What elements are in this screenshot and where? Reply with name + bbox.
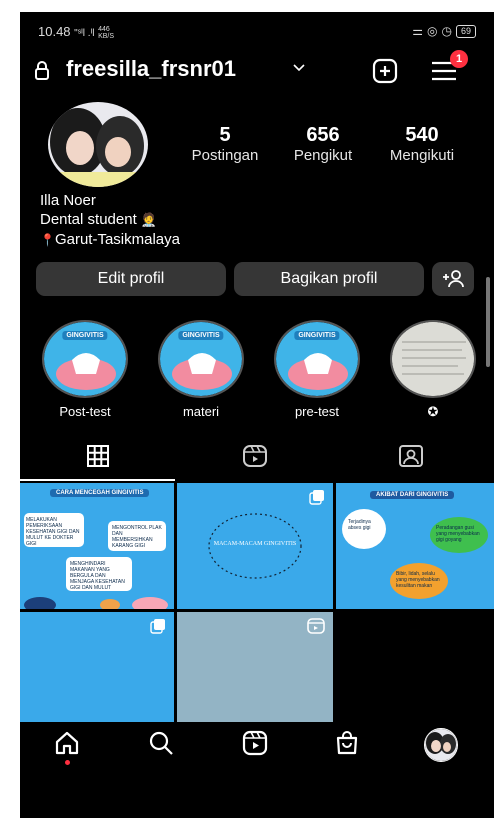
highlight-4[interactable]: ✪ — [390, 320, 483, 420]
post-3-title: AKIBAT DARI GINGIVITIS — [370, 491, 455, 499]
post-2[interactable]: MACAM-MACAM GINGIVITIS — [177, 483, 333, 609]
post-3[interactable]: AKIBAT DARI GINGIVITIS Terjadinya abses … — [336, 483, 494, 609]
chevron-down-icon[interactable] — [292, 60, 306, 74]
carousel-icon — [309, 490, 324, 505]
post-1-item-2: MENGONTROL PLAK DAN MEMBERSIHKAN KARANG … — [112, 525, 162, 549]
post-3-item-1: Terjadinya abses gigi — [348, 519, 371, 531]
avatar-thumbnail — [425, 729, 457, 761]
highlight-2[interactable]: GINGIVITIS materi — [158, 320, 251, 419]
location-icon: ◎ — [427, 24, 438, 38]
post-3-item-3: Bibir, lidah, selalu yang menyebabkan ke… — [396, 571, 440, 589]
status-bar-right: ⚌ ◎ ◷ 69 — [412, 24, 476, 38]
search-icon[interactable] — [148, 730, 174, 756]
profile-avatar[interactable] — [48, 102, 148, 187]
post-5[interactable] — [177, 612, 333, 722]
stat-followers[interactable]: 656 Pengikut — [273, 124, 378, 164]
highlight-2-cover: GINGIVITIS — [160, 322, 242, 396]
tooth-image — [56, 353, 116, 390]
discover-people-button[interactable] — [432, 262, 474, 296]
post-1-item-1: MELAKUKAN PEMERIKSAAN KESEHATAN GIGI DAN… — [26, 517, 80, 547]
status-time: 10.48 — [38, 24, 71, 39]
status-bar-left: 10.48 "ˢᴵl .ᴵl 446 KB/S — [38, 24, 114, 40]
stat-following[interactable]: 540 Mengikuti — [372, 124, 477, 164]
home-icon[interactable] — [54, 730, 80, 756]
health-worker-emoji: 🧑‍⚕️ — [140, 212, 158, 227]
highlight-2-label: materi — [182, 404, 220, 419]
stat-posts-value: 5 — [219, 124, 231, 146]
scrollbar[interactable] — [486, 277, 490, 367]
profile-username[interactable]: freesilla_frsnr01 — [66, 56, 236, 82]
coral-decoration — [24, 597, 168, 609]
bio-line-1-text: Dental student — [40, 211, 137, 228]
highlight-3[interactable]: GINGIVITIS pre-test — [274, 320, 367, 419]
tagged-tab-icon[interactable] — [398, 444, 424, 468]
edit-profile-button[interactable]: Edit profil — [36, 262, 226, 296]
highlight-4-label: ✪ — [427, 404, 439, 419]
active-tab-indicator — [20, 479, 175, 481]
lock-icon — [35, 61, 49, 80]
stat-following-label: Mengikuti — [389, 147, 455, 164]
paper-image — [392, 322, 474, 396]
stat-posts[interactable]: 5 Postingan — [175, 124, 280, 164]
post-4[interactable] — [20, 612, 174, 722]
highlight-1[interactable]: GINGIVITIS Post-test — [42, 320, 135, 419]
bio-line-1: Dental student 🧑‍⚕️ — [40, 211, 157, 228]
shop-icon[interactable] — [334, 730, 360, 756]
pin-icon: 📍 — [40, 233, 55, 247]
stat-following-value: 540 — [405, 124, 439, 146]
post-2-title: MACAM-MACAM GINGIVITIS — [213, 541, 297, 547]
add-person-icon — [443, 269, 464, 287]
mute-icon: ⚌ — [412, 24, 424, 38]
phone-screen: 10.48 "ˢᴵl .ᴵl 446 KB/S ⚌ ◎ ◷ 69 freesil… — [20, 12, 494, 818]
stat-posts-label: Postingan — [191, 147, 259, 164]
profile-name: Illa Noer — [40, 192, 96, 209]
post-3-item-2: Peradangan gusi yang menyebabkan gigi go… — [436, 525, 480, 543]
reels-tab-icon[interactable] — [242, 444, 268, 468]
stat-followers-value: 656 — [306, 124, 340, 146]
stat-followers-label: Pengikut — [293, 147, 353, 164]
highlight-3-cover: GINGIVITIS — [276, 322, 358, 396]
post-1-title: CARA MENCEGAH GINGIVITIS — [50, 489, 150, 497]
bio-line-2: 📍Garut-Tasikmalaya — [40, 231, 180, 248]
share-profile-button[interactable]: Bagikan profil — [234, 262, 424, 296]
notification-badge: 1 — [450, 50, 468, 68]
highlight-4-cover — [392, 322, 474, 396]
activity-dot — [65, 760, 70, 765]
post-1[interactable]: CARA MENCEGAH GINGIVITIS MELAKUKAN PEMER… — [20, 483, 174, 609]
battery-icon: 69 — [455, 24, 476, 38]
tooth-image — [172, 353, 232, 390]
carousel-icon — [150, 619, 165, 634]
highlight-1-cover: GINGIVITIS — [44, 322, 126, 396]
tooth-image — [288, 353, 348, 390]
alarm-icon: ◷ — [441, 24, 452, 38]
network-speed: 446 KB/S — [98, 25, 115, 40]
grid-tab-icon[interactable] — [86, 445, 110, 467]
reels-icon[interactable] — [242, 730, 268, 756]
create-post-icon[interactable] — [372, 58, 398, 84]
profile-nav-avatar[interactable] — [424, 728, 458, 762]
bio-location: Garut-Tasikmalaya — [54, 231, 180, 248]
highlight-3-label: pre-test — [294, 404, 340, 419]
highlight-1-label: Post-test — [59, 404, 111, 419]
reel-icon — [307, 618, 325, 634]
signal-indicator: "ˢᴵl .ᴵl — [74, 28, 95, 39]
